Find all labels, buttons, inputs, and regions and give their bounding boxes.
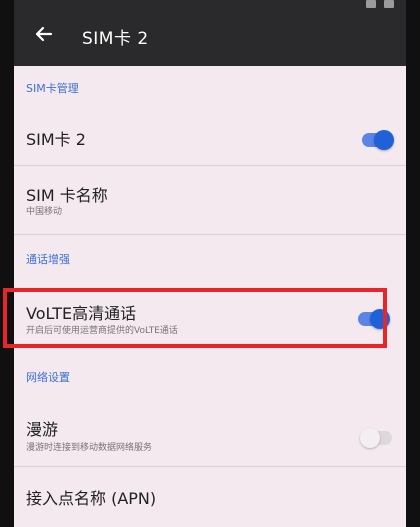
roaming-toggle[interactable] [360, 428, 392, 448]
apn-title: 接入点名称 (APN) [26, 489, 157, 508]
toggle-thumb [374, 130, 394, 150]
section-header-sim-management: SIM卡管理 [26, 82, 79, 95]
volte-toggle[interactable] [358, 309, 390, 329]
sim-name-subtitle: 中国移动 [26, 207, 63, 217]
roaming-row[interactable]: 漫游 漫游时连接到移动数据网络服务 [14, 398, 406, 464]
signal-icon [366, 0, 376, 8]
device-bezel-left [0, 0, 14, 527]
page-title: SIM卡 2 [82, 29, 149, 49]
sim-name-title: SIM 卡名称 [26, 186, 108, 205]
volte-row[interactable]: VoLTE高清通话 开启后可使用运营商提供的VoLTE通话 [14, 290, 406, 346]
roaming-title: 漫游 [26, 420, 59, 439]
sim2-title: SIM卡 2 [26, 130, 86, 149]
sim-name-row[interactable]: SIM 卡名称 中国移动 [14, 166, 406, 232]
volte-subtitle: 开启后可使用运营商提供的VoLTE通话 [26, 326, 178, 336]
toggle-thumb [370, 309, 390, 329]
app-bar: SIM卡 2 [14, 0, 406, 66]
device-bezel-right [406, 0, 420, 527]
sim2-row[interactable]: SIM卡 2 [14, 106, 406, 164]
volte-title: VoLTE高清通话 [26, 304, 137, 323]
divider [14, 234, 406, 235]
section-header-network: 网络设置 [26, 371, 70, 384]
toggle-thumb [360, 428, 380, 448]
settings-screen: SIM卡 2 SIM卡管理 SIM卡 2 SIM 卡名称 中国移动 通话增强 V… [14, 0, 406, 527]
arrow-left-icon[interactable] [32, 22, 56, 46]
section-header-call-enhance: 通话增强 [26, 253, 70, 266]
battery-icon [384, 0, 394, 8]
apn-row[interactable]: 接入点名称 (APN) [14, 467, 406, 523]
sim2-toggle[interactable] [362, 130, 394, 150]
status-bar [366, 0, 394, 10]
roaming-subtitle: 漫游时连接到移动数据网络服务 [26, 443, 153, 453]
